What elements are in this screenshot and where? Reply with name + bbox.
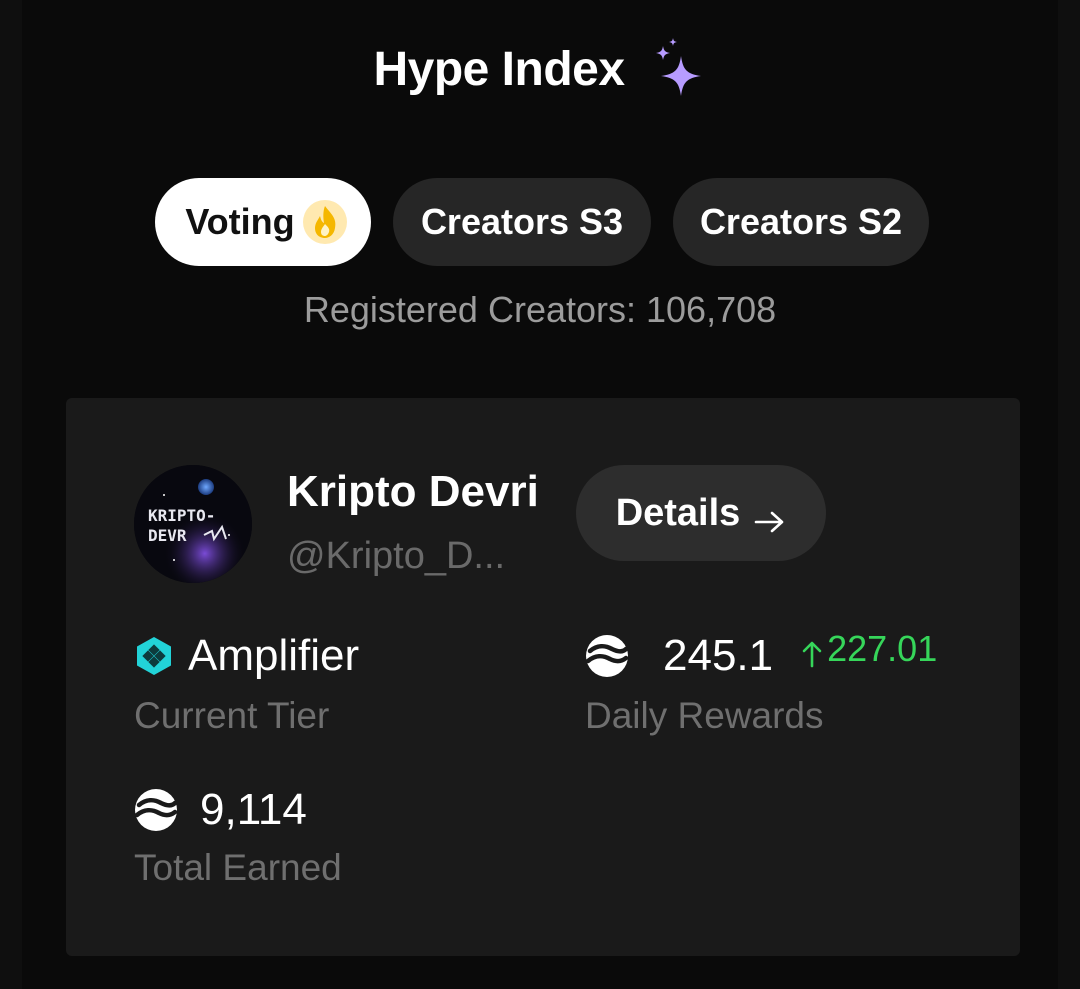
tab-voting[interactable]: Voting <box>155 178 371 266</box>
sparkles-icon <box>651 38 707 102</box>
token-coin-icon <box>585 634 629 678</box>
registered-creators-count: Registered Creators: 106,708 <box>303 289 777 330</box>
flame-icon <box>301 198 349 246</box>
daily-rewards: 245.1 227.01 <box>585 628 937 682</box>
total-earned-label: Total Earned <box>134 847 342 888</box>
daily-rewards-value: 245.1 <box>663 631 774 680</box>
total-earned: 9,114 <box>134 784 307 836</box>
daily-rewards-label: Daily Rewards <box>585 695 824 736</box>
tab-creators-s3-label: Creators S3 <box>420 201 624 242</box>
avatar-text-line-2: DEVR <box>148 526 187 545</box>
tab-creators-s3[interactable]: Creators S3 <box>393 178 651 266</box>
avatar: KRIPTO- DEVR <box>134 465 252 583</box>
tab-voting-label: Voting <box>185 201 295 242</box>
page-header: Hype Index <box>0 38 1080 102</box>
details-button-label: Details <box>615 491 741 534</box>
total-earned-value: 9,114 <box>200 785 307 834</box>
daily-rewards-change: 227.01 <box>801 628 937 670</box>
arrow-right-icon <box>754 501 786 533</box>
tier-label: Current Tier <box>134 695 330 736</box>
tab-bar: Voting Creators S3 Creators S2 <box>155 178 929 266</box>
daily-rewards-change-value: 227.01 <box>827 628 938 669</box>
creator-handle: @Kripto_D... <box>287 535 506 577</box>
current-tier: Amplifier <box>134 630 359 682</box>
creator-name: Kripto Devri <box>287 467 539 516</box>
tier-hexagon-icon <box>134 635 174 677</box>
arrow-up-icon <box>801 635 823 668</box>
tab-creators-s2[interactable]: Creators S2 <box>673 178 929 266</box>
tab-creators-s2-label: Creators S2 <box>699 201 903 242</box>
details-button[interactable]: Details <box>576 465 826 561</box>
tier-value: Amplifier <box>188 631 360 680</box>
page-title: Hype Index <box>373 43 625 96</box>
avatar-text-line-1: KRIPTO- <box>148 506 215 525</box>
token-coin-icon <box>134 788 178 832</box>
